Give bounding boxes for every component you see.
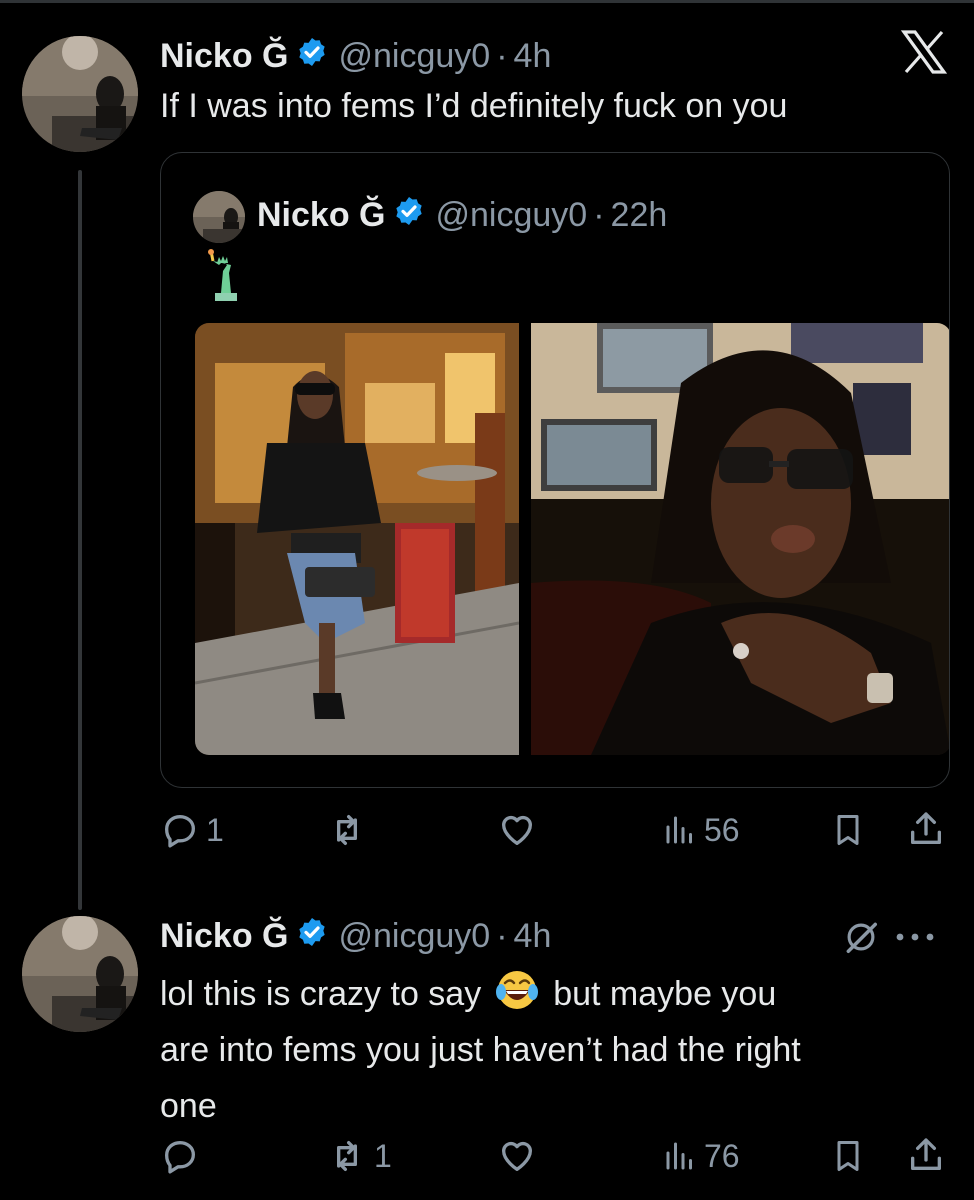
heart-icon: [501, 1141, 533, 1171]
tweet-header: Nicko Ğ @nicguy0 · 4h: [160, 34, 551, 78]
reply-count: 1: [206, 811, 224, 848]
tweet-text: If I was into fems I’d definitely fuck o…: [160, 87, 788, 125]
share-icon: [911, 812, 941, 844]
bookmark-button[interactable]: [830, 1136, 866, 1176]
reply-text-line-2: are into fems you just haven’t had the r…: [160, 1031, 801, 1069]
timestamp[interactable]: 4h: [514, 917, 552, 956]
view-count: 56: [704, 811, 740, 848]
quote-display-name: Nicko Ğ: [257, 195, 386, 234]
tweet-actions: 1 76: [160, 1134, 960, 1184]
quote-user-handle: @nicguy0: [435, 195, 588, 234]
verified-badge-icon: [393, 195, 425, 236]
repost-button[interactable]: [326, 810, 374, 850]
verified-badge-icon: [296, 916, 328, 957]
reply-text-line-3: one: [160, 1087, 217, 1125]
repost-icon: [337, 1141, 357, 1171]
display-name[interactable]: Nicko Ğ: [160, 37, 288, 76]
share-button[interactable]: [906, 1134, 946, 1176]
verified-badge-icon: [296, 36, 328, 77]
bookmark-button[interactable]: [830, 810, 866, 850]
x-logo-icon: [900, 30, 948, 79]
reply-button[interactable]: 1: [160, 810, 224, 850]
repost-icon: [337, 815, 357, 845]
user-handle[interactable]: @nicguy0: [338, 917, 490, 956]
reply-icon: [165, 1141, 195, 1174]
reply-button[interactable]: [160, 1136, 206, 1176]
share-icon: [911, 1138, 941, 1170]
repost-button[interactable]: 1: [326, 1136, 392, 1176]
quote-photo-1[interactable]: [195, 323, 519, 755]
reply-text-line-1a: lol this is crazy to say: [160, 975, 482, 1013]
separator-dot: ·: [496, 36, 508, 75]
share-button[interactable]: [906, 808, 946, 850]
separator-dot: ·: [593, 195, 605, 234]
display-name[interactable]: Nicko Ğ: [160, 917, 288, 956]
quote-avatar: [193, 191, 245, 243]
quote-header: Nicko Ğ @nicguy0 · 22h: [257, 193, 667, 237]
repost-count: 1: [374, 1137, 392, 1174]
like-button[interactable]: [496, 810, 544, 850]
tweet-header: Nicko Ğ @nicguy0 · 4h: [160, 914, 551, 958]
views-icon: [666, 1142, 692, 1170]
views-icon: [666, 816, 692, 844]
avatar[interactable]: [22, 36, 138, 152]
separator-dot: ·: [496, 916, 508, 955]
grok-icon[interactable]: [842, 918, 880, 961]
user-handle[interactable]: @nicguy0: [338, 37, 490, 76]
quoted-tweet-card[interactable]: Nicko Ğ @nicguy0 · 22h: [160, 152, 950, 788]
tweet-actions: 1 56: [160, 808, 960, 858]
quote-photo-2[interactable]: [531, 323, 949, 755]
reply-tweet-text: lol this is crazy to say but maybe you a…: [160, 966, 960, 1134]
heart-icon: [501, 815, 533, 845]
views-button[interactable]: 76: [662, 1136, 740, 1176]
reply-text-line-1b: but maybe you: [553, 975, 777, 1013]
views-button[interactable]: 56: [662, 810, 740, 850]
bookmark-icon: [837, 815, 859, 845]
timestamp[interactable]: 4h: [514, 37, 552, 76]
thread-connector-line: [78, 170, 82, 910]
bookmark-icon: [837, 1141, 859, 1171]
more-options-icon[interactable]: [890, 922, 940, 957]
view-count: 76: [704, 1137, 740, 1174]
laughing-emoji-icon: [495, 968, 539, 1021]
quote-timestamp: 22h: [610, 195, 668, 234]
statue-of-liberty-icon: [203, 249, 243, 306]
top-divider: [0, 0, 974, 3]
reply-icon: [165, 815, 195, 848]
like-button[interactable]: [496, 1136, 544, 1176]
avatar[interactable]: [22, 916, 138, 1032]
